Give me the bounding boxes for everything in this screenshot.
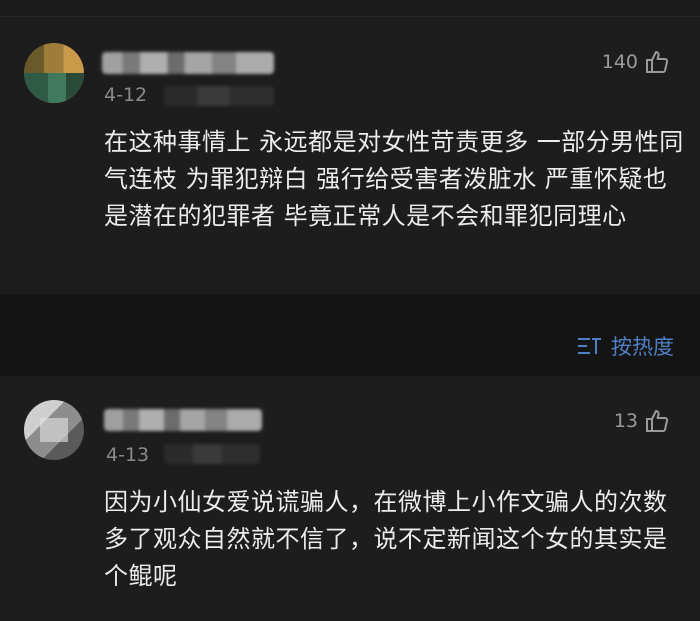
like-button[interactable]: 140 <box>602 49 670 75</box>
sort-icon <box>578 338 601 354</box>
sort-by-hot-button[interactable]: 按热度 <box>577 331 674 361</box>
comment-text: 因为小仙女爱说谎骗人，在微博上小作文骗人的次数多了观众自然就不信了，说不定新闻这… <box>104 488 668 590</box>
username-blurred[interactable] <box>102 52 274 74</box>
comment-text: 在这种事情上 永远都是对女性苛责更多 一部分男性同气连枝 为罪犯辩白 强行给受害… <box>104 128 684 230</box>
thumbs-up-icon <box>646 51 669 73</box>
location-blurred <box>164 444 260 464</box>
location-blurred <box>164 86 274 106</box>
avatar[interactable] <box>24 43 84 103</box>
thumbs-up-icon <box>646 410 669 432</box>
sort-label: 按热度 <box>611 335 674 359</box>
avatar[interactable] <box>24 400 84 460</box>
comment-date: 4-12 <box>104 84 148 106</box>
like-count: 13 <box>613 410 638 432</box>
comment-date: 4-13 <box>106 444 150 466</box>
top-divider <box>0 0 700 17</box>
username-blurred[interactable] <box>104 409 262 431</box>
like-button[interactable]: 13 <box>614 408 670 434</box>
like-count: 140 <box>601 51 638 73</box>
